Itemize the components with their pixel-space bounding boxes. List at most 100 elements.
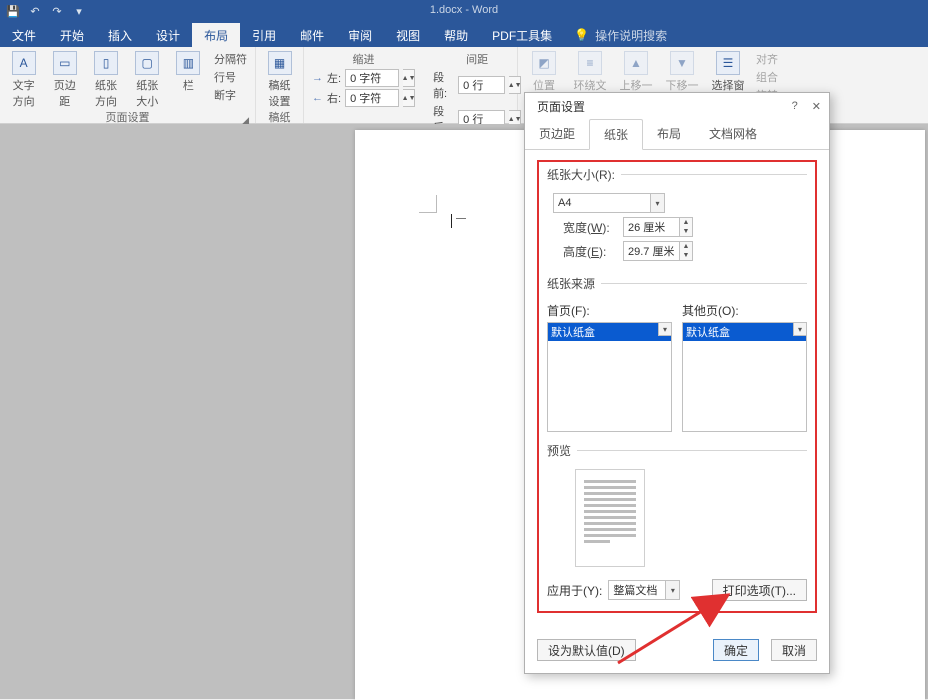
selection-pane-icon: ☰ (716, 51, 740, 75)
width-value[interactable]: 26 厘米 (623, 217, 679, 237)
save-icon[interactable]: 💾 (6, 5, 20, 19)
dialog-titlebar: 页面设置 ? ✕ (525, 93, 829, 119)
title-bar: 💾 ↶ ↷ ▾ 1.docx - Word (0, 0, 928, 23)
hyphenation-button[interactable]: 断字 (214, 87, 247, 103)
text-cursor (451, 214, 452, 228)
indent-controls: 缩进 → 左: 0 字符 ▲▼ ← 右: 0 字符 ▲▼ (312, 51, 415, 107)
first-page-label: 首页(F): (547, 302, 672, 319)
undo-icon[interactable]: ↶ (28, 5, 42, 19)
preview-group: 预览 (547, 442, 807, 571)
dialog-tab-grid[interactable]: 文档网格 (695, 119, 771, 149)
spacing-before-label: 段前: (433, 69, 454, 101)
height-field[interactable]: 29.7 厘米 ▲▼ (623, 241, 693, 261)
columns-icon: ▥ (176, 51, 200, 75)
margins-icon: ▭ (53, 51, 77, 75)
other-pages-selected[interactable]: 默认纸盒 (683, 323, 806, 341)
columns-button[interactable]: ▥ 栏 (173, 51, 204, 93)
chevron-down-icon[interactable]: ▾ (793, 323, 806, 336)
tab-design[interactable]: 设计 (144, 23, 192, 47)
apply-to-label: 应用于(Y): (547, 582, 602, 599)
dialog-footer: 设为默认值(D) 确定 取消 (525, 631, 829, 673)
tab-review[interactable]: 审阅 (336, 23, 384, 47)
breaks-button[interactable]: 分隔符 (214, 51, 247, 67)
preview-legend: 预览 (547, 442, 577, 459)
close-icon[interactable]: ✕ (812, 100, 821, 113)
print-options-button[interactable]: 打印选项(T)... (712, 579, 807, 601)
indent-left-spinner[interactable]: ▲▼ (403, 69, 415, 87)
tab-file[interactable]: 文件 (0, 23, 48, 47)
paper-size-button[interactable]: ▢ 纸张大小 (132, 51, 163, 109)
indent-right-field[interactable]: 0 字符 (345, 89, 399, 107)
qat-customize-icon[interactable]: ▾ (72, 5, 86, 19)
lightbulb-icon: 💡 (574, 28, 589, 42)
text-direction-label: 文字方向 (8, 77, 39, 109)
align-button: 对齐 (756, 51, 778, 67)
indent-header: 缩进 (312, 51, 415, 67)
indent-right-label: 右: (327, 90, 341, 106)
breaks-stack: 分隔符 行号 断字 (214, 51, 247, 103)
tab-references[interactable]: 引用 (240, 23, 288, 47)
width-spinner[interactable]: ▲▼ (679, 217, 693, 237)
first-page-listbox[interactable]: 默认纸盒 ▾ (547, 322, 672, 432)
margins-label: 页边距 (49, 77, 80, 109)
preview-thumbnail (575, 469, 645, 567)
paper-size-group: 纸张大小(R): A4 ▾ 宽度(W): 26 厘米 ▲▼ 高度(E): (547, 166, 807, 269)
spacing-controls: 间距 段前: 0 行 ▲▼ 段后: 0 行 ▲▼ (433, 51, 521, 135)
indent-left-field[interactable]: 0 字符 (345, 69, 399, 87)
height-value[interactable]: 29.7 厘米 (623, 241, 679, 261)
help-icon[interactable]: ? (792, 100, 798, 113)
dialog-tab-layout[interactable]: 布局 (643, 119, 695, 149)
ribbon-group-stationery: ▦ 稿纸设置 稿纸 (256, 47, 304, 123)
redo-icon[interactable]: ↷ (50, 5, 64, 19)
window-title: 1.docx - Word (430, 4, 498, 16)
apply-to-combo[interactable]: 整篇文档 ▾ (608, 580, 680, 600)
tab-mailings[interactable]: 邮件 (288, 23, 336, 47)
text-direction-icon: A (12, 51, 36, 75)
height-spinner[interactable]: ▲▼ (679, 241, 693, 261)
chevron-down-icon[interactable]: ▾ (665, 581, 679, 599)
ok-button[interactable]: 确定 (713, 639, 759, 661)
cancel-button[interactable]: 取消 (771, 639, 817, 661)
orientation-label: 纸张方向 (90, 77, 121, 109)
dialog-tab-paper[interactable]: 纸张 (589, 119, 643, 150)
dialog-tabs: 页边距 纸张 布局 文档网格 (525, 119, 829, 150)
chevron-down-icon[interactable]: ▾ (658, 323, 671, 336)
orientation-icon: ▯ (94, 51, 118, 75)
tab-pdf[interactable]: PDF工具集 (480, 23, 564, 47)
cursor-tail (456, 218, 466, 219)
send-backward-icon: ▼ (670, 51, 694, 75)
indent-right-spinner[interactable]: ▲▼ (403, 89, 415, 107)
paper-size-label: 纸张大小 (132, 77, 163, 109)
other-pages-listbox[interactable]: 默认纸盒 ▾ (682, 322, 807, 432)
ribbon-group-paragraph: 缩进 → 左: 0 字符 ▲▼ ← 右: 0 字符 ▲▼ 间距 段前: (304, 47, 518, 123)
set-default-button[interactable]: 设为默认值(D) (537, 639, 636, 661)
line-numbers-button[interactable]: 行号 (214, 69, 247, 85)
text-direction-button[interactable]: A 文字方向 (8, 51, 39, 109)
paper-source-legend: 纸张来源 (547, 275, 601, 292)
chevron-down-icon[interactable]: ▾ (650, 194, 664, 212)
orientation-button[interactable]: ▯ 纸张方向 (90, 51, 121, 109)
tab-view[interactable]: 视图 (384, 23, 432, 47)
paper-source-group: 纸张来源 首页(F): 默认纸盒 ▾ 其他页(O): 默认纸盒 ▾ (547, 275, 807, 436)
dialog-tab-margins[interactable]: 页边距 (525, 119, 589, 149)
position-icon: ◩ (532, 51, 556, 75)
first-page-selected[interactable]: 默认纸盒 (548, 323, 671, 341)
paper-size-icon: ▢ (135, 51, 159, 75)
tell-me-search[interactable]: 💡 操作说明搜索 (574, 23, 667, 47)
stationery-icon: ▦ (268, 51, 292, 75)
spacing-before-field[interactable]: 0 行 (458, 76, 505, 94)
tab-home[interactable]: 开始 (48, 23, 96, 47)
tab-layout[interactable]: 布局 (192, 23, 240, 47)
paper-size-combo[interactable]: A4 ▾ (553, 193, 665, 213)
apply-to-value: 整篇文档 (613, 582, 657, 598)
tab-insert[interactable]: 插入 (96, 23, 144, 47)
margins-button[interactable]: ▭ 页边距 (49, 51, 80, 109)
tab-help[interactable]: 帮助 (432, 23, 480, 47)
width-field[interactable]: 26 厘米 ▲▼ (623, 217, 693, 237)
indent-left-label: 左: (327, 70, 341, 86)
dialog-title: 页面设置 (537, 98, 585, 115)
paper-size-value: A4 (558, 197, 571, 209)
stationery-button[interactable]: ▦ 稿纸设置 (264, 51, 295, 109)
spacing-header: 间距 (433, 51, 521, 67)
quick-access-toolbar: 💾 ↶ ↷ ▾ (0, 5, 86, 19)
